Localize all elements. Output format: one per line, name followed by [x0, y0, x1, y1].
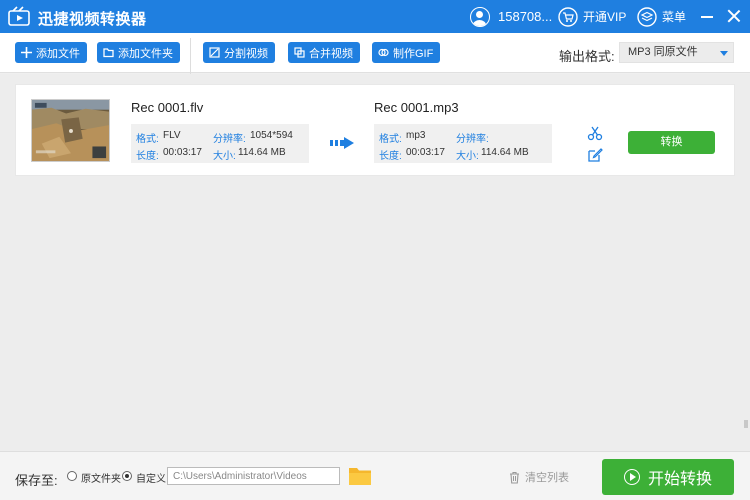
source-duration-value: 00:03:17: [163, 147, 202, 158]
source-info-panel: 格式: FLV 分辨率: 1054*594 长度: 00:03:17 大小: 1…: [131, 124, 309, 163]
file-list-item: Rec 0001.flv 格式: FLV 分辨率: 1054*594 长度: 0…: [15, 84, 735, 176]
toolbar: 添加文件 添加文件夹 分割视频 合并视频 制作GIF 输出格式: MP3 同原文…: [0, 33, 750, 104]
vip-cart-icon: [558, 6, 578, 27]
menu-layers-icon: [637, 6, 657, 27]
output-format-select[interactable]: MP3 同原文件: [619, 42, 734, 63]
title-bar: 迅捷视频转换器 158708... 开通VIP 菜单: [0, 0, 750, 33]
split-icon: [209, 47, 220, 58]
save-to-label: 保存至:: [15, 473, 58, 488]
minimize-icon[interactable]: [700, 9, 714, 23]
convert-arrow-icon: [330, 137, 354, 149]
app-logo-icon: [8, 6, 30, 26]
user-avatar-icon: [470, 6, 490, 27]
video-thumbnail: [31, 99, 110, 162]
radio-custom-folder[interactable]: [122, 471, 132, 481]
target-format-label: 格式:: [379, 134, 402, 145]
start-convert-button[interactable]: 开始转换: [602, 459, 734, 495]
folder-browse-icon[interactable]: [348, 465, 372, 486]
source-file-name: Rec 0001.flv: [131, 100, 204, 115]
target-resolution-label: 分辨率:: [456, 134, 489, 145]
source-size-value: 114.64 MB: [238, 147, 286, 158]
source-resolution-value: 1054*594: [250, 130, 293, 141]
app-title: 迅捷视频转换器: [38, 11, 147, 28]
add-folder-label: 添加文件夹: [118, 47, 173, 60]
split-video-label: 分割视频: [224, 47, 268, 60]
menu-button[interactable]: 菜单: [637, 6, 686, 27]
edit-icon[interactable]: [587, 147, 603, 163]
merge-video-button[interactable]: 合并视频: [288, 42, 360, 63]
target-format-value: mp3: [406, 130, 426, 141]
play-icon: [623, 469, 640, 485]
make-gif-label: 制作GIF: [393, 47, 434, 60]
start-convert-label: 开始转换: [647, 471, 712, 488]
target-file-name: Rec 0001.mp3: [374, 100, 459, 115]
make-gif-button[interactable]: 制作GIF: [372, 42, 441, 63]
target-duration-label: 长度:: [379, 151, 402, 162]
close-icon[interactable]: [727, 9, 741, 23]
source-duration-label: 长度:: [136, 151, 159, 162]
radio-custom-folder-label[interactable]: 自定义: [136, 470, 166, 485]
scrollbar-marker[interactable]: [744, 420, 748, 428]
output-format-label: 输出格式:: [559, 49, 615, 64]
output-path-input[interactable]: [167, 467, 340, 485]
merge-icon: [294, 47, 305, 58]
source-format-value: FLV: [163, 130, 181, 141]
add-folder-button[interactable]: 添加文件夹: [97, 42, 180, 63]
target-duration-value: 00:03:17: [406, 147, 445, 158]
source-format-label: 格式:: [136, 134, 159, 145]
gif-icon: [378, 48, 389, 57]
vip-button[interactable]: 开通VIP: [558, 6, 626, 27]
user-account[interactable]: 158708...: [470, 6, 552, 27]
target-size-label: 大小:: [456, 151, 479, 162]
radio-original-folder-label[interactable]: 原文件夹: [81, 470, 121, 485]
clear-list-label: 清空列表: [525, 472, 569, 484]
clear-list-button[interactable]: 清空列表: [509, 469, 569, 485]
user-name: 158708...: [498, 9, 553, 24]
file-list-area: Rec 0001.flv 格式: FLV 分辨率: 1054*594 长度: 0…: [0, 74, 750, 451]
source-size-label: 大小:: [213, 151, 236, 162]
radio-original-folder[interactable]: [67, 471, 77, 481]
scissors-icon[interactable]: [587, 125, 603, 141]
plus-icon: [21, 47, 32, 58]
vip-label: 开通VIP: [583, 10, 627, 24]
folder-icon: [103, 48, 114, 58]
add-file-label: 添加文件: [36, 47, 80, 60]
dropdown-arrow-icon: [720, 51, 728, 56]
trash-icon: [510, 471, 519, 484]
convert-button[interactable]: 转换: [628, 131, 715, 154]
source-resolution-label: 分辨率:: [213, 134, 246, 145]
output-format-value: MP3 同原文件: [628, 46, 698, 58]
split-video-button[interactable]: 分割视频: [203, 42, 275, 63]
menu-label: 菜单: [662, 10, 687, 24]
target-info-panel: 格式: mp3 分辨率: 长度: 00:03:17 大小: 114.64 MB: [374, 124, 552, 163]
bottom-bar: 保存至: 原文件夹 自定义 清空列表 开始转换: [0, 451, 750, 500]
target-size-value: 114.64 MB: [481, 147, 529, 158]
merge-video-label: 合并视频: [309, 47, 353, 60]
add-file-button[interactable]: 添加文件: [15, 42, 87, 63]
